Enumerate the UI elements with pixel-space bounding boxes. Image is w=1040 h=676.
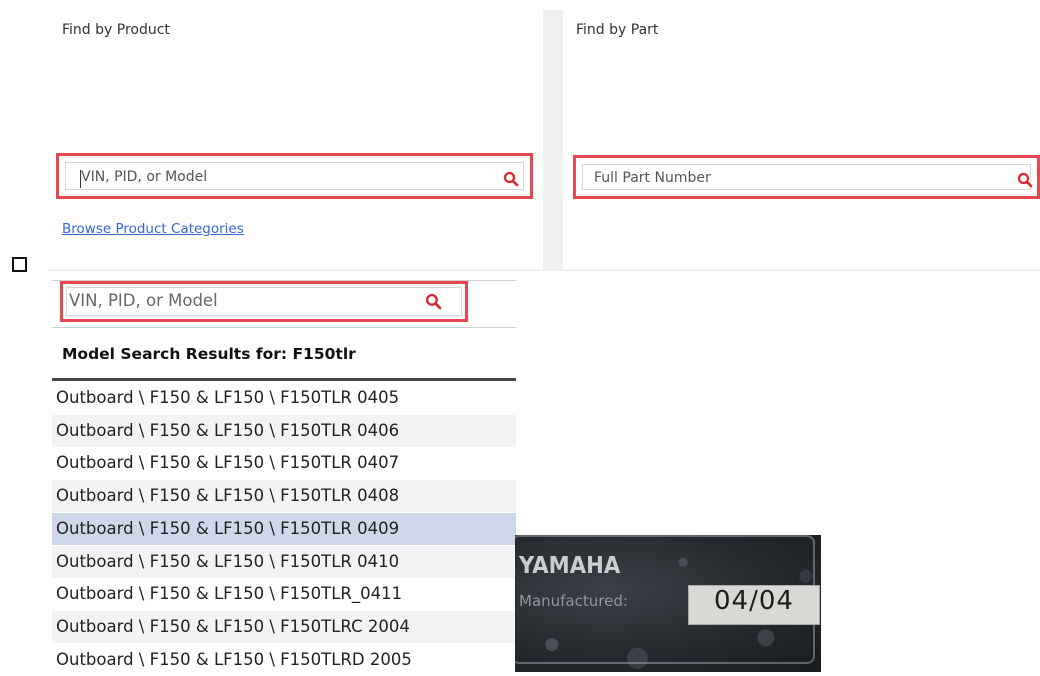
table-row[interactable]: Outboard \ F150 & LF150 \ F150TLR 0406 bbox=[52, 414, 516, 447]
table-row[interactable]: Outboard \ F150 & LF150 \ F150TLR 0409 bbox=[52, 512, 516, 545]
table-row[interactable]: Outboard \ F150 & LF150 \ F150TLR 0407 bbox=[52, 447, 516, 480]
find-by-product-title: Find by Product bbox=[62, 22, 170, 38]
panel-divider bbox=[543, 10, 563, 269]
product-search-placeholder: VIN, PID, or Model bbox=[81, 169, 208, 185]
model-search-placeholder: VIN, PID, or Model bbox=[69, 291, 218, 310]
search-icon[interactable] bbox=[1017, 172, 1033, 188]
table-row[interactable]: Outboard \ F150 & LF150 \ F150TLR_0411 bbox=[52, 578, 516, 611]
part-search-placeholder: Full Part Number bbox=[594, 170, 711, 186]
photo-manufacture-date: 04/04 bbox=[714, 586, 794, 616]
table-row[interactable]: Outboard \ F150 & LF150 \ F150TLRD 2005 bbox=[52, 643, 516, 676]
checkbox[interactable] bbox=[12, 257, 27, 272]
yamaha-label-photo: YAMAHA Manufactured: 04/04 bbox=[515, 535, 821, 672]
model-search-highlight: VIN, PID, or Model bbox=[60, 281, 468, 322]
panel-bottom-border bbox=[48, 269, 1040, 271]
photo-manufactured-text: Manufactured: bbox=[519, 592, 628, 610]
browse-product-categories-link[interactable]: Browse Product Categories bbox=[62, 221, 244, 237]
table-row[interactable]: Outboard \ F150 & LF150 \ F150TLR 0408 bbox=[52, 480, 516, 513]
find-by-part-panel bbox=[563, 10, 1040, 269]
photo-brand-text: YAMAHA bbox=[519, 553, 621, 579]
table-row[interactable]: Outboard \ F150 & LF150 \ F150TLR 0410 bbox=[52, 545, 516, 578]
divider-line bbox=[52, 327, 516, 328]
search-icon[interactable] bbox=[503, 171, 519, 187]
search-icon[interactable] bbox=[425, 293, 442, 310]
table-row[interactable]: Outboard \ F150 & LF150 \ F150TLR 0405 bbox=[52, 382, 516, 414]
find-by-part-title: Find by Part bbox=[576, 22, 659, 38]
product-search-highlight: VIN, PID, or Model bbox=[56, 153, 533, 199]
model-search-results-title: Model Search Results for: F150tlr bbox=[62, 345, 356, 363]
table-row[interactable]: Outboard \ F150 & LF150 \ F150TLRC 2004 bbox=[52, 610, 516, 643]
part-search-highlight: Full Part Number bbox=[573, 155, 1040, 199]
results-header-rule bbox=[52, 378, 516, 381]
